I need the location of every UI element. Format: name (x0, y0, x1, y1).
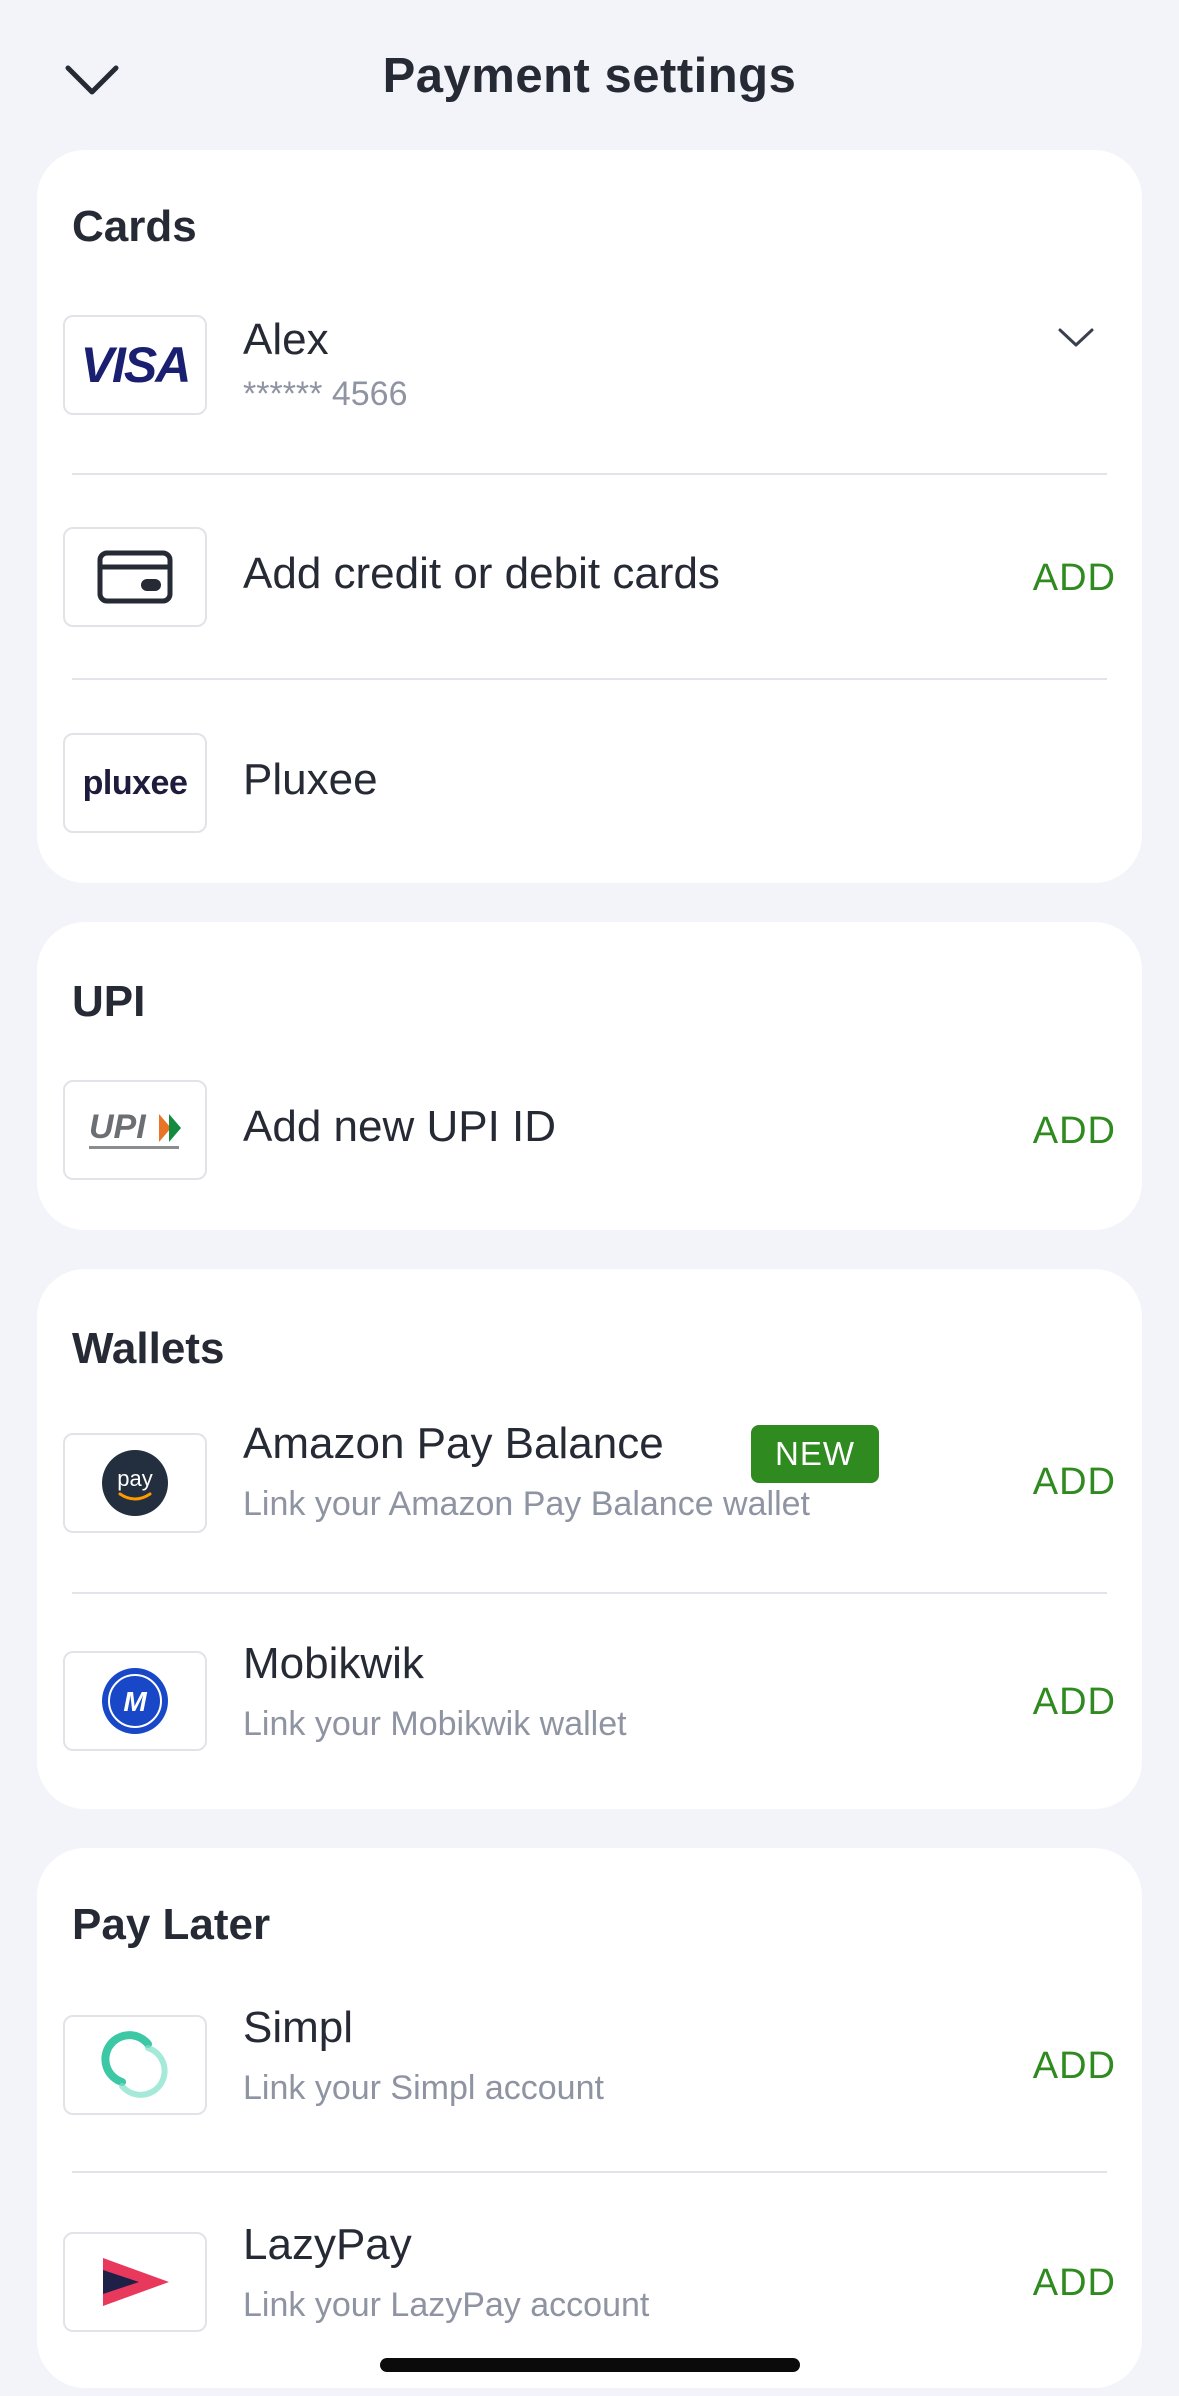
pay-later-subtitle: Link your LazyPay account (243, 2286, 650, 2324)
pluxee-row[interactable]: pluxee Pluxee (37, 733, 1142, 833)
svg-text:M: M (123, 1686, 147, 1717)
mobikwik-icon: M (102, 1668, 168, 1734)
wallet-row-mobikwik[interactable]: M Mobikwik Link your Mobikwik wallet ADD (37, 1639, 1142, 1759)
pay-later-section: Pay Later Simpl Link your Simpl account … (37, 1848, 1142, 2388)
credit-card-icon (97, 550, 173, 604)
upi-logo-icon: UPI (89, 1108, 181, 1149)
divider (72, 1592, 1107, 1594)
home-indicator[interactable] (380, 2358, 800, 2372)
lazypay-icon (103, 2258, 169, 2306)
simpl-logo (63, 2015, 207, 2115)
pay-later-row-simpl[interactable]: Simpl Link your Simpl account ADD (37, 2003, 1142, 2123)
simpl-icon (101, 2031, 168, 2098)
svg-text:UPI: UPI (89, 1108, 147, 1146)
add-mobikwik-button[interactable]: ADD (1033, 1681, 1116, 1724)
chevron-down-icon (1058, 328, 1094, 347)
pay-later-name: Simpl (243, 2003, 354, 2052)
card-number: ****** 4566 (243, 375, 408, 413)
new-badge: NEW (751, 1425, 879, 1483)
section-title-cards: Cards (72, 202, 197, 251)
visa-logo-text: VISA (80, 337, 192, 393)
pay-later-name: LazyPay (243, 2220, 412, 2269)
wallet-row-amazon-pay[interactable]: pay Amazon Pay Balance NEW Link your Ama… (37, 1419, 1142, 1539)
add-lazypay-button[interactable]: ADD (1033, 2262, 1116, 2305)
card-icon-box (63, 527, 207, 627)
add-simpl-button[interactable]: ADD (1033, 2045, 1116, 2088)
add-upi-row[interactable]: UPI Add new UPI ID ADD (37, 1080, 1142, 1180)
visa-logo: VISA (63, 315, 207, 415)
mobikwik-logo: M (63, 1651, 207, 1751)
pay-later-row-lazypay[interactable]: LazyPay Link your LazyPay account ADD (37, 2220, 1142, 2340)
cards-section: Cards VISA Alex ****** 4566 Add credit o… (37, 150, 1142, 883)
upi-logo: UPI (63, 1080, 207, 1180)
pluxee-logo-text: pluxee (82, 763, 188, 802)
wallet-name: Amazon Pay Balance (243, 1419, 664, 1468)
divider (72, 473, 1107, 475)
wallet-subtitle: Link your Amazon Pay Balance wallet (243, 1485, 810, 1523)
section-title-wallets: Wallets (72, 1324, 225, 1373)
expand-card-button[interactable] (1056, 325, 1106, 365)
pluxee-logo: pluxee (63, 733, 207, 833)
amazon-pay-logo: pay (63, 1433, 207, 1533)
pluxee-label: Pluxee (243, 755, 378, 804)
pay-later-subtitle: Link your Simpl account (243, 2069, 604, 2107)
card-holder-name: Alex (243, 315, 329, 364)
section-title-pay-later: Pay Later (72, 1900, 271, 1949)
header: Payment settings (0, 0, 1179, 150)
add-card-label: Add credit or debit cards (243, 549, 720, 598)
wallets-section: Wallets pay Amazon Pay Balance NEW Link … (37, 1269, 1142, 1809)
add-upi-label: Add new UPI ID (243, 1102, 557, 1151)
wallet-name: Mobikwik (243, 1639, 424, 1688)
wallet-subtitle: Link your Mobikwik wallet (243, 1705, 627, 1743)
add-card-button[interactable]: ADD (1033, 557, 1116, 600)
svg-text:pay: pay (117, 1466, 152, 1491)
divider (72, 678, 1107, 680)
page-title: Payment settings (382, 49, 797, 103)
divider (72, 2171, 1107, 2173)
add-amazon-pay-button[interactable]: ADD (1033, 1461, 1116, 1504)
add-upi-button[interactable]: ADD (1033, 1110, 1116, 1153)
add-card-row[interactable]: Add credit or debit cards ADD (37, 527, 1142, 627)
section-title-upi: UPI (72, 977, 146, 1026)
lazypay-logo (63, 2232, 207, 2332)
upi-section: UPI UPI Add new UPI ID ADD (37, 922, 1142, 1230)
saved-card-row[interactable]: VISA Alex ****** 4566 (37, 315, 1142, 465)
amazon-pay-icon: pay (102, 1450, 168, 1516)
